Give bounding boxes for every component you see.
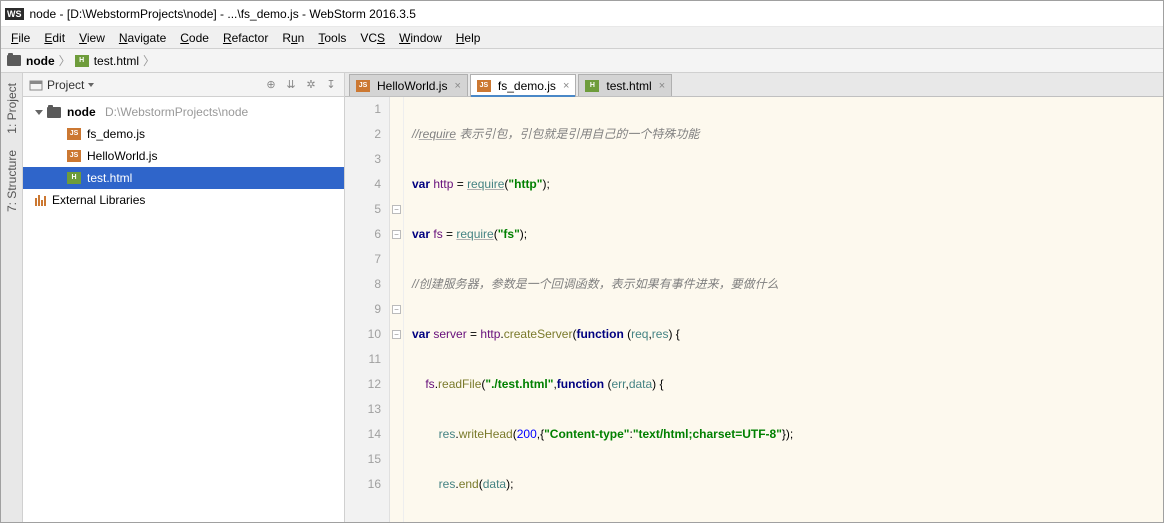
library-icon xyxy=(35,194,49,206)
html-file-icon: H xyxy=(67,172,81,184)
chevron-right-icon: 〉 xyxy=(143,52,155,69)
window-title: node - [D:\WebstormProjects\node] - ...\… xyxy=(30,7,416,21)
menu-vcs[interactable]: VCS xyxy=(354,29,391,47)
menu-code[interactable]: Code xyxy=(174,29,215,47)
main-area: 1: Project 7: Structure Project ⊕ ⇊ ✲ ↧ … xyxy=(1,73,1163,522)
tab-label: HelloWorld.js xyxy=(377,79,447,93)
tool-window-bar: 1: Project 7: Structure xyxy=(1,73,23,522)
code-content[interactable]: //require 表示引包，引包就是引用自己的一个特殊功能 var http … xyxy=(404,97,1163,522)
tool-tab-structure[interactable]: 7: Structure xyxy=(3,144,21,218)
js-file-icon: JS xyxy=(477,80,491,92)
menu-window[interactable]: Window xyxy=(393,29,448,47)
tree-label: HelloWorld.js xyxy=(87,149,157,163)
html-file-icon: H xyxy=(75,55,89,67)
crumb-file[interactable]: test.html xyxy=(94,54,139,68)
close-icon[interactable]: × xyxy=(454,80,460,92)
tab-label: fs_demo.js xyxy=(498,79,556,93)
dropdown-icon[interactable] xyxy=(88,83,94,87)
app-badge: WS xyxy=(5,8,24,20)
expand-icon[interactable] xyxy=(35,108,44,117)
js-file-icon: JS xyxy=(356,80,370,92)
menu-run[interactable]: Run xyxy=(276,29,310,47)
tab-label: test.html xyxy=(606,79,651,93)
hide-icon[interactable]: ↧ xyxy=(324,78,338,92)
menu-edit[interactable]: Edit xyxy=(38,29,71,47)
menu-tools[interactable]: Tools xyxy=(312,29,352,47)
close-icon[interactable]: × xyxy=(659,80,665,92)
project-header-label: Project xyxy=(47,78,84,92)
tree-node-file-selected[interactable]: H test.html xyxy=(23,167,344,189)
tree-node-root[interactable]: node D:\WebstormProjects\node xyxy=(23,101,344,123)
fold-icon[interactable]: − xyxy=(392,330,401,339)
tree-node-file[interactable]: JS HelloWorld.js xyxy=(23,145,344,167)
project-header: Project ⊕ ⇊ ✲ ↧ xyxy=(23,73,344,97)
tool-tab-project[interactable]: 1: Project xyxy=(3,77,21,140)
collapse-icon[interactable]: ⇊ xyxy=(284,78,298,92)
folder-icon xyxy=(7,55,21,66)
tree-path: D:\WebstormProjects\node xyxy=(105,105,248,119)
menu-refactor[interactable]: Refactor xyxy=(217,29,274,47)
fold-icon[interactable]: − xyxy=(392,230,401,239)
tree-node-external-libs[interactable]: External Libraries xyxy=(23,189,344,211)
project-sidebar: Project ⊕ ⇊ ✲ ↧ node D:\WebstormProjects… xyxy=(23,73,345,522)
folder-icon xyxy=(47,107,61,118)
code-editor[interactable]: 12345678910111213141516 − − − − //requir… xyxy=(345,97,1163,522)
line-gutter: 12345678910111213141516 xyxy=(345,97,390,522)
tree-node-file[interactable]: JS fs_demo.js xyxy=(23,123,344,145)
editor-area: JS HelloWorld.js × JS fs_demo.js × H tes… xyxy=(345,73,1163,522)
locate-icon[interactable]: ⊕ xyxy=(264,78,278,92)
menu-file[interactable]: File xyxy=(5,29,36,47)
js-file-icon: JS xyxy=(67,150,81,162)
breadcrumb: node 〉 H test.html 〉 xyxy=(1,49,1163,73)
tree-label: fs_demo.js xyxy=(87,127,145,141)
menu-help[interactable]: Help xyxy=(450,29,487,47)
editor-tab[interactable]: JS HelloWorld.js × xyxy=(349,74,468,96)
editor-tabs: JS HelloWorld.js × JS fs_demo.js × H tes… xyxy=(345,73,1163,97)
crumb-root[interactable]: node xyxy=(26,54,55,68)
menu-navigate[interactable]: Navigate xyxy=(113,29,172,47)
editor-tab-active[interactable]: JS fs_demo.js × xyxy=(470,74,576,97)
tree-label: test.html xyxy=(87,171,132,185)
tree-label: External Libraries xyxy=(52,193,145,207)
project-icon xyxy=(29,79,43,91)
js-file-icon: JS xyxy=(67,128,81,140)
chevron-right-icon: 〉 xyxy=(59,52,71,69)
fold-icon[interactable]: − xyxy=(392,305,401,314)
project-tree: node D:\WebstormProjects\node JS fs_demo… xyxy=(23,97,344,522)
fold-column: − − − − xyxy=(390,97,404,522)
menubar: File Edit View Navigate Code Refactor Ru… xyxy=(1,27,1163,49)
titlebar: WS node - [D:\WebstormProjects\node] - .… xyxy=(1,1,1163,27)
close-icon[interactable]: × xyxy=(563,80,569,92)
gear-icon[interactable]: ✲ xyxy=(304,78,318,92)
html-file-icon: H xyxy=(585,80,599,92)
editor-tab[interactable]: H test.html × xyxy=(578,74,672,96)
menu-view[interactable]: View xyxy=(73,29,111,47)
tree-label: node xyxy=(67,105,96,119)
fold-icon[interactable]: − xyxy=(392,205,401,214)
